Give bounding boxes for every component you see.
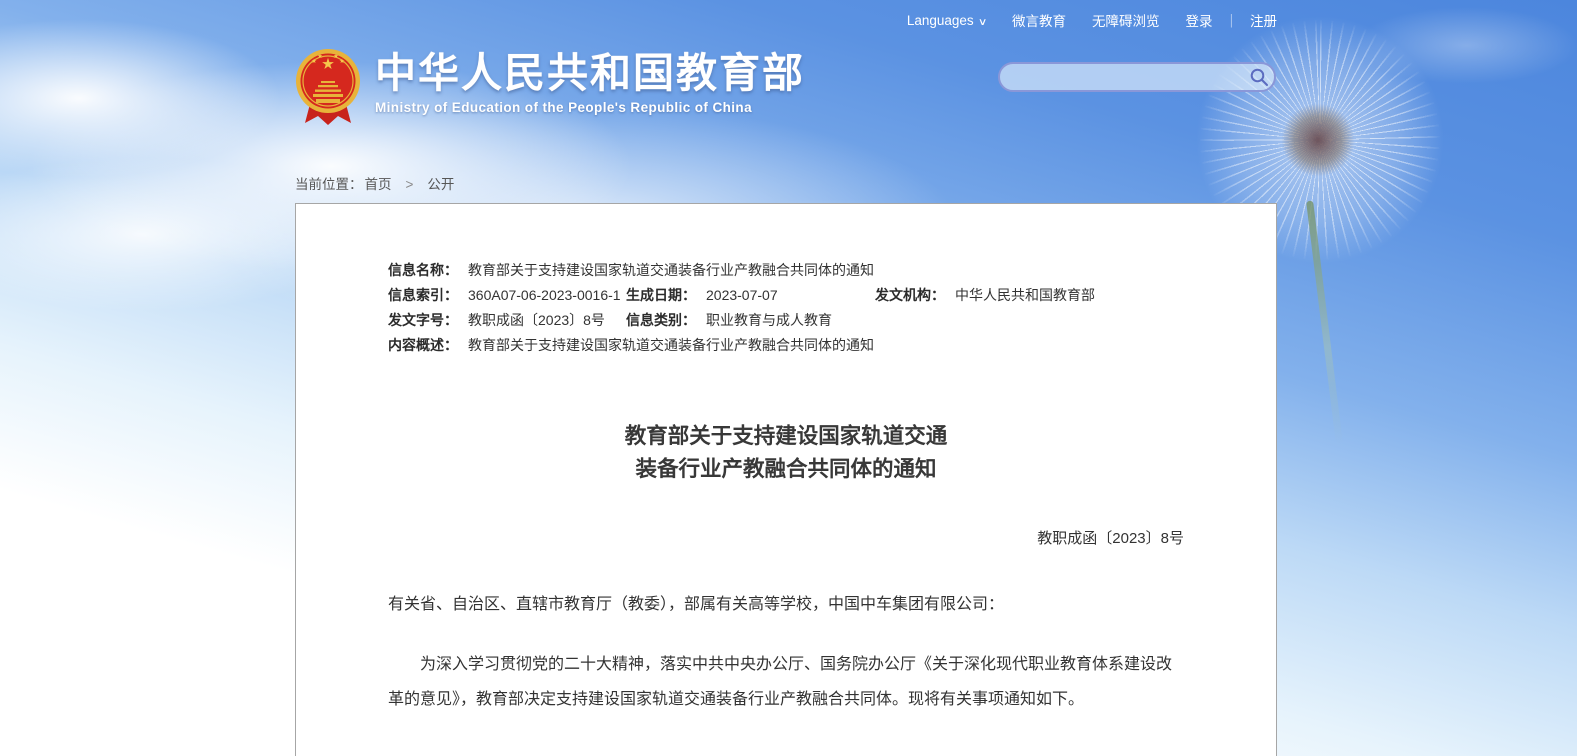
meta-summary-value: 教育部关于支持建设国家轨道交通装备行业产教融合共同体的通知 <box>468 333 874 358</box>
document-panel: 信息名称： 教育部关于支持建设国家轨道交通装备行业产教融合共同体的通知 信息索引… <box>295 203 1277 756</box>
meta-name-value: 教育部关于支持建设国家轨道交通装备行业产教融合共同体的通知 <box>468 258 874 283</box>
meta-type-label: 信息类别： <box>626 308 706 333</box>
languages-menu[interactable]: Languages ∨ <box>907 13 986 28</box>
meta-index-value: 360A07-06-2023-0016-1 <box>468 283 621 308</box>
site-title-block: 中华人民共和国教育部 Ministry of Education of the … <box>375 48 805 115</box>
nav-divider: ｜ <box>1225 10 1239 30</box>
meta-name-label: 信息名称： <box>388 258 468 283</box>
meta-row-name: 信息名称： 教育部关于支持建设国家轨道交通装备行业产教融合共同体的通知 <box>388 258 1184 283</box>
nav-register[interactable]: 注册 <box>1250 10 1277 30</box>
site-subtitle: Ministry of Education of the People's Re… <box>375 100 805 115</box>
meta-index-pair: 信息索引： 360A07-06-2023-0016-1 <box>388 283 626 308</box>
meta-date-value: 2023-07-07 <box>706 283 778 308</box>
meta-row-index-date-org: 信息索引： 360A07-06-2023-0016-1 生成日期： 2023-0… <box>388 283 1184 308</box>
breadcrumb-home-link[interactable]: 首页 <box>365 177 392 192</box>
nav-weiyan-education[interactable]: 微言教育 <box>1012 10 1066 30</box>
site-title: 中华人民共和国教育部 <box>375 50 805 96</box>
chevron-down-icon: ∨ <box>978 17 988 28</box>
national-emblem-graphic <box>295 48 361 128</box>
meta-type-pair: 信息类别： 职业教育与成人教育 <box>626 308 1184 333</box>
breadcrumb: 当前位置：首页 > 公开 <box>295 173 454 193</box>
breadcrumb-separator: > <box>406 177 414 192</box>
document-paragraph: 为深入学习贯彻党的二十大精神，落实中共中央办公厅、国务院办公厅《关于深化现代职业… <box>388 647 1184 717</box>
nav-login[interactable]: 登录 <box>1186 10 1213 30</box>
page-background: Languages ∨ 微言教育 无障碍浏览 登录 ｜ 注册 <box>0 0 1577 756</box>
meta-docno-pair: 发文字号： 教职成函〔2023〕8号 <box>388 308 626 333</box>
meta-org-pair: 发文机构： 中华人民共和国教育部 <box>875 283 1184 308</box>
search-input[interactable] <box>1000 64 1244 90</box>
dandelion-stem <box>1306 200 1343 444</box>
meta-docno-value: 教职成函〔2023〕8号 <box>468 308 605 333</box>
national-emblem-logo <box>295 48 361 128</box>
meta-type-value: 职业教育与成人教育 <box>706 308 832 333</box>
breadcrumb-section-link[interactable]: 公开 <box>427 177 454 192</box>
site-brand: 中华人民共和国教育部 Ministry of Education of the … <box>295 48 805 128</box>
document-number: 教职成函〔2023〕8号 <box>388 528 1184 550</box>
search-box[interactable] <box>998 62 1276 92</box>
document-title-line1: 教育部关于支持建设国家轨道交通 <box>388 420 1184 453</box>
meta-docno-label: 发文字号： <box>388 308 468 333</box>
meta-org-label: 发文机构： <box>875 283 955 308</box>
meta-index-label: 信息索引： <box>388 283 468 308</box>
top-navigation: Languages ∨ 微言教育 无障碍浏览 登录 ｜ 注册 <box>907 10 1277 30</box>
meta-row-summary: 内容概述： 教育部关于支持建设国家轨道交通装备行业产教融合共同体的通知 <box>388 333 1184 358</box>
meta-date-label: 生成日期： <box>626 283 706 308</box>
meta-date-pair: 生成日期： 2023-07-07 <box>626 283 875 308</box>
meta-org-value: 中华人民共和国教育部 <box>955 283 1095 308</box>
document-meta: 信息名称： 教育部关于支持建设国家轨道交通装备行业产教融合共同体的通知 信息索引… <box>388 258 1184 358</box>
nav-accessibility-browse[interactable]: 无障碍浏览 <box>1092 10 1160 30</box>
dandelion-center <box>1281 103 1355 177</box>
document-title-line2: 装备行业产教融合共同体的通知 <box>388 453 1184 486</box>
languages-label: Languages <box>907 13 974 28</box>
meta-row-docno-type: 发文字号： 教职成函〔2023〕8号 信息类别： 职业教育与成人教育 <box>388 308 1184 333</box>
meta-summary-label: 内容概述： <box>388 333 468 358</box>
search-icon[interactable] <box>1244 64 1274 90</box>
document-salutation: 有关省、自治区、直辖市教育厅（教委），部属有关高等学校，中国中车集团有限公司： <box>388 593 1184 617</box>
breadcrumb-prefix: 当前位置： <box>295 177 363 192</box>
document-title: 教育部关于支持建设国家轨道交通 装备行业产教融合共同体的通知 <box>388 420 1184 486</box>
